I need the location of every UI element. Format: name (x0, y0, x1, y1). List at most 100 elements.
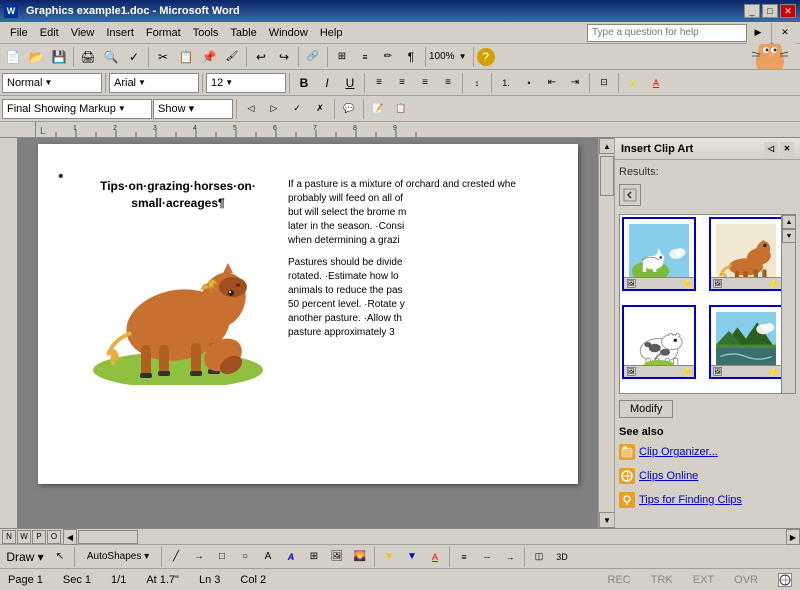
prev-change-btn[interactable]: ◁ (240, 98, 262, 120)
bold-btn[interactable]: B (293, 72, 315, 94)
accept-change-btn[interactable]: ✓ (286, 98, 308, 120)
modify-button[interactable]: Modify (619, 400, 673, 418)
normal-view-btn[interactable]: N (2, 530, 16, 544)
clip-thumb-2[interactable]: 🖼 ⭐ (709, 217, 783, 291)
increase-indent-btn[interactable]: ⇥ (564, 72, 586, 94)
results-scroll-up[interactable]: ▲ (782, 215, 796, 229)
justify-btn[interactable]: ≡ (437, 72, 459, 94)
align-center-btn[interactable]: ≡ (391, 72, 413, 94)
clip-organizer-link[interactable]: Clip Organizer... (619, 442, 796, 462)
bullets-btn[interactable]: • (518, 72, 540, 94)
doc-scroll-area[interactable]: • Tips·on·grazing·horses·on·small·acreag… (18, 138, 598, 528)
menu-view[interactable]: View (65, 25, 101, 41)
arrow-btn[interactable]: → (188, 546, 210, 568)
dash-style-btn[interactable]: -- (476, 546, 498, 568)
help-arrow-btn[interactable]: ▶ (747, 22, 769, 44)
help-btn[interactable]: ? (477, 48, 495, 66)
minimize-button[interactable]: _ (744, 4, 760, 18)
h-scroll-left-btn[interactable]: ◀ (63, 529, 77, 545)
highlight-btn[interactable]: A (622, 72, 644, 94)
print-btn[interactable]: 🖨 (77, 46, 99, 68)
outline-view-btn[interactable]: O (47, 530, 61, 544)
menu-help[interactable]: Help (314, 25, 349, 41)
line-style-btn[interactable]: ≡ (453, 546, 475, 568)
line-color-btn[interactable]: ▼ (401, 546, 423, 568)
save-btn[interactable]: 💾 (48, 46, 70, 68)
numbering-btn[interactable]: 1. (495, 72, 517, 94)
tips-for-finding-link[interactable]: Tips for Finding Clips (619, 490, 796, 510)
font-color-btn[interactable]: A (645, 72, 667, 94)
scroll-thumb[interactable] (600, 156, 614, 196)
menu-insert[interactable]: Insert (100, 25, 140, 41)
clip-thumb-4[interactable]: 🖼 ⭐ (709, 305, 783, 379)
format-painter-btn[interactable]: 🖌 (221, 46, 243, 68)
align-left-btn[interactable]: ≡ (368, 72, 390, 94)
menu-edit[interactable]: Edit (34, 25, 65, 41)
rectangle-btn[interactable]: □ (211, 546, 233, 568)
3d-btn[interactable]: 3D (551, 546, 573, 568)
scroll-up-btn[interactable]: ▲ (599, 138, 615, 154)
line-spacing-btn[interactable]: ↕ (466, 72, 488, 94)
vertical-scrollbar[interactable]: ▲ ▼ (598, 138, 614, 528)
autoshapes-btn[interactable]: AutoShapes ▾ (78, 546, 158, 568)
image-btn[interactable]: 🌄 (349, 546, 371, 568)
style-dropdown[interactable]: Normal ▼ (2, 73, 102, 93)
fill-color-btn[interactable]: ▼ (378, 546, 400, 568)
reviewing-pane-btn[interactable]: 📋 (390, 98, 412, 120)
spelling-btn[interactable]: ✓ (123, 46, 145, 68)
clip-art-move-btn[interactable]: ◁ (764, 142, 778, 156)
comment-btn[interactable]: 💬 (338, 98, 360, 120)
underline-btn[interactable]: U (339, 72, 361, 94)
track-changes-btn[interactable]: 📝 (367, 98, 389, 120)
h-scroll-track[interactable] (77, 529, 786, 544)
clip-thumb-3[interactable]: 🖼 ⭐ (622, 305, 696, 379)
title-buttons[interactable]: _ □ ✕ (744, 4, 796, 18)
results-scroll-down[interactable]: ▼ (782, 229, 796, 243)
copy-btn[interactable]: 📋 (175, 46, 197, 68)
diagram-btn[interactable]: ⊞ (303, 546, 325, 568)
restore-button[interactable]: □ (762, 4, 778, 18)
close-button[interactable]: ✕ (780, 4, 796, 18)
font-dropdown[interactable]: Arial ▼ (109, 73, 199, 93)
scroll-down-btn[interactable]: ▼ (599, 512, 615, 528)
italic-btn[interactable]: I (316, 72, 338, 94)
back-btn[interactable] (619, 184, 641, 206)
clips-online-link[interactable]: Clips Online (619, 466, 796, 486)
shadow-btn[interactable]: ◫ (528, 546, 550, 568)
show-hide-btn[interactable]: ¶ (400, 46, 422, 68)
help-search-input[interactable] (587, 24, 747, 42)
columns-btn[interactable]: ≡ (354, 46, 376, 68)
new-btn[interactable]: 📄 (2, 46, 24, 68)
select-objects-btn[interactable]: ↖ (49, 546, 71, 568)
print-preview-btn[interactable]: 🔍 (100, 46, 122, 68)
open-btn[interactable]: 📂 (25, 46, 47, 68)
outside-border-btn[interactable]: ⊡ (593, 72, 615, 94)
decrease-indent-btn[interactable]: ⇤ (541, 72, 563, 94)
undo-btn[interactable]: ↩ (250, 46, 272, 68)
draw-menu-btn[interactable]: Draw ▾ (2, 546, 48, 568)
drawing-btn[interactable]: ✏ (377, 46, 399, 68)
line-btn[interactable]: ╱ (165, 546, 187, 568)
font-color-small-btn[interactable]: A (424, 546, 446, 568)
print-view-btn[interactable]: P (32, 530, 46, 544)
next-change-btn[interactable]: ▷ (263, 98, 285, 120)
close-panel-btn[interactable]: ✕ (774, 22, 796, 44)
hyperlink-btn[interactable]: 🔗 (302, 46, 324, 68)
markup-dropdown[interactable]: Final Showing Markup ▼ (2, 99, 152, 119)
clip-results-area[interactable]: 🖼 ⭐ (619, 214, 796, 394)
zoom-dropdown-btn[interactable]: ▼ (456, 46, 470, 68)
oval-btn[interactable]: ○ (234, 546, 256, 568)
web-view-btn[interactable]: W (17, 530, 31, 544)
arrow-style-btn[interactable]: → (499, 546, 521, 568)
menu-table[interactable]: Table (224, 25, 262, 41)
scroll-track[interactable] (599, 154, 614, 512)
menu-tools[interactable]: Tools (187, 25, 225, 41)
redo-btn[interactable]: ↪ (273, 46, 295, 68)
menu-window[interactable]: Window (263, 25, 314, 41)
reject-change-btn[interactable]: ✗ (309, 98, 331, 120)
size-dropdown[interactable]: 12 ▼ (206, 73, 286, 93)
align-right-btn[interactable]: ≡ (414, 72, 436, 94)
clip-art-close-btn[interactable]: ✕ (780, 142, 794, 156)
table-btn[interactable]: ⊞ (331, 46, 353, 68)
text-box-btn[interactable]: A (257, 546, 279, 568)
